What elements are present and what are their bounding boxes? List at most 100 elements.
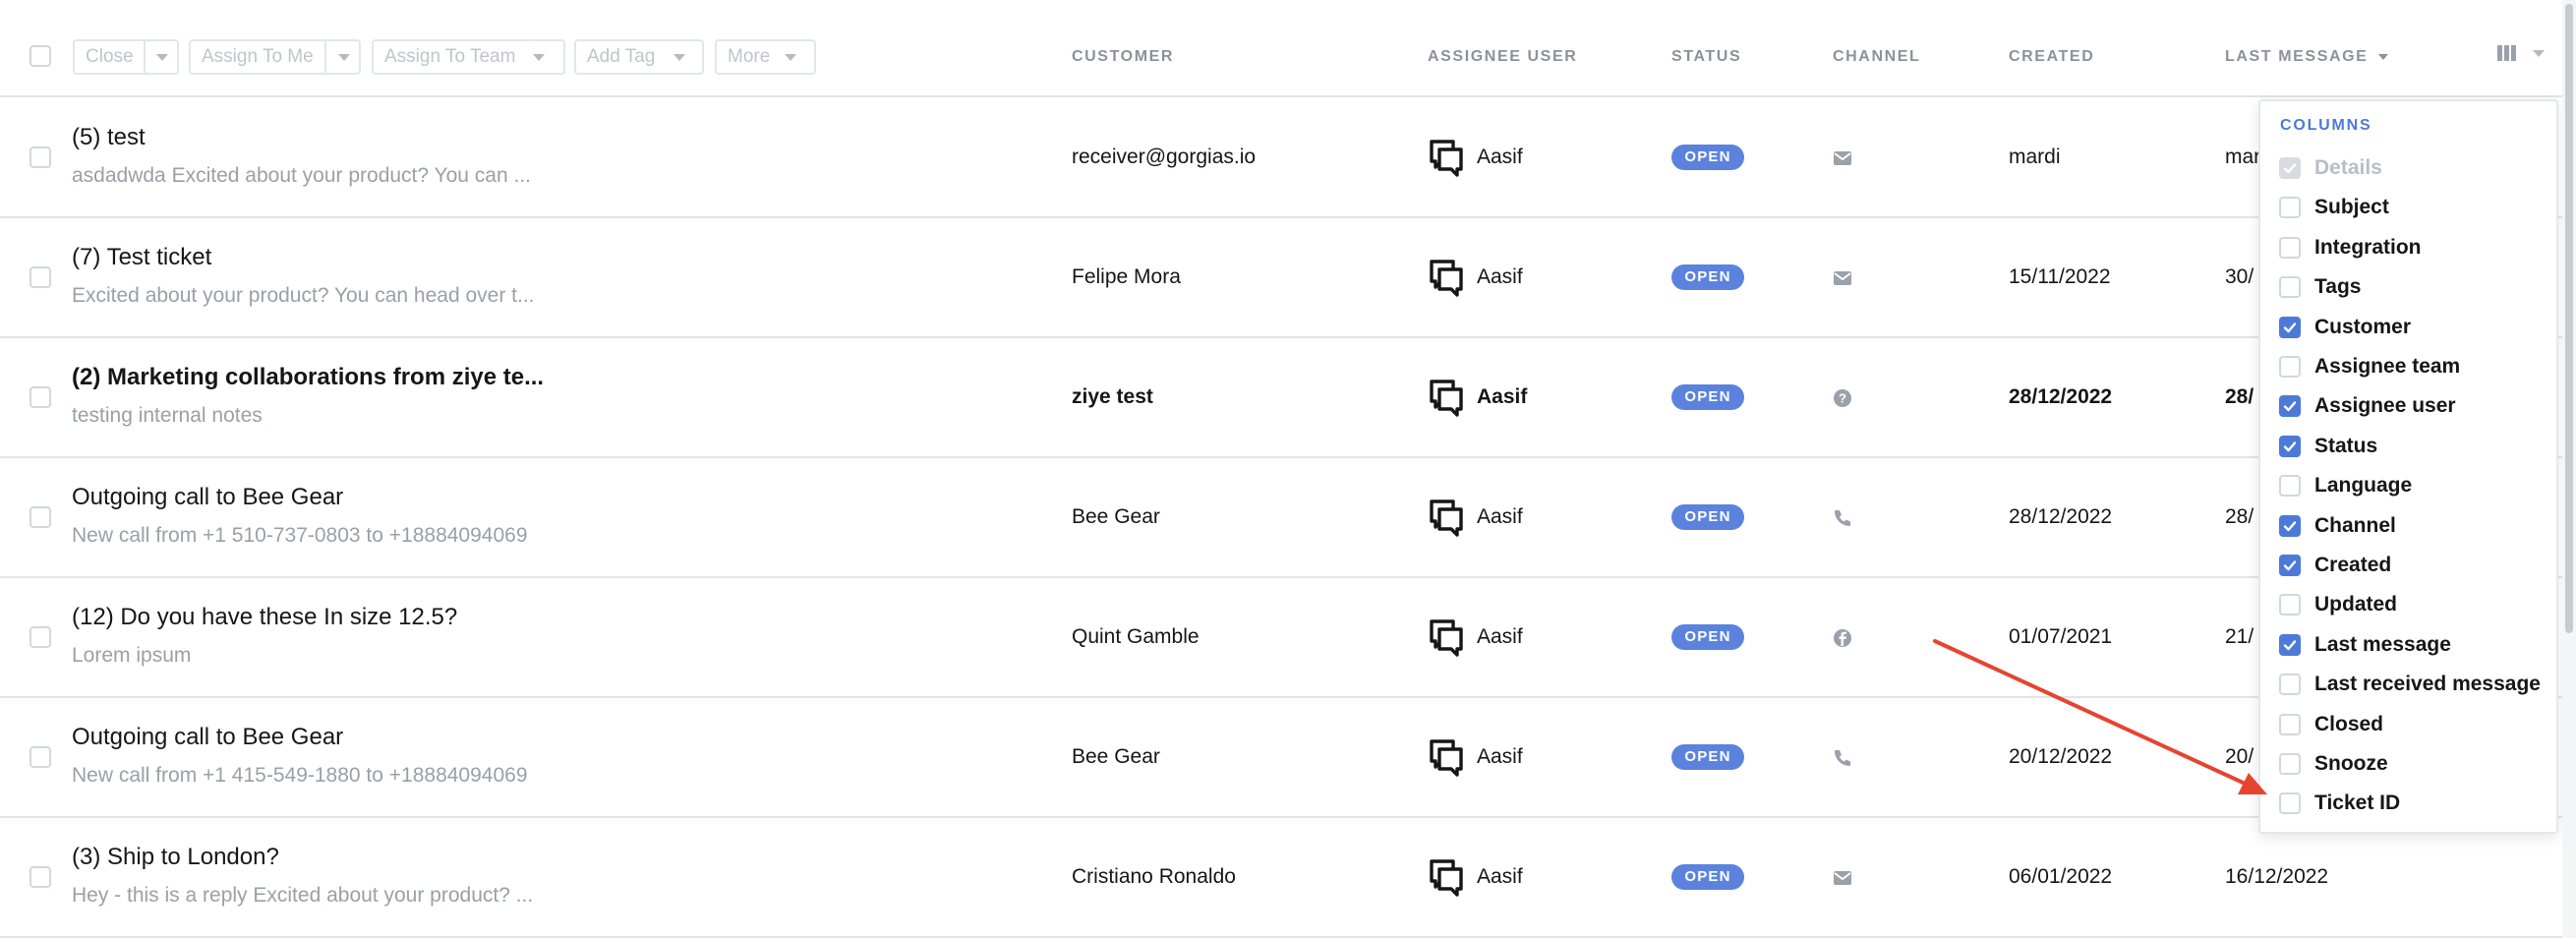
column-header-last-message-label: LAST MESSAGE [2225, 48, 2369, 65]
ticket-subject[interactable]: (5) test [72, 124, 146, 151]
more-button[interactable]: More [715, 39, 816, 75]
ticket-row[interactable]: (12) Do you have these In size 12.5? Lore… [0, 578, 2576, 698]
more-label: More [728, 46, 771, 67]
column-option-assignee-team[interactable]: Assignee team [2260, 347, 2558, 386]
column-option-checkbox[interactable] [2279, 435, 2301, 457]
ticket-row[interactable]: (3) Ship to London? Hey - this is a reply… [0, 818, 2576, 938]
ticket-row[interactable]: Outgoing call to Bee Gear New call from +… [0, 458, 2576, 578]
chevron-down-icon [673, 54, 685, 61]
ticket-excerpt: New call from +1 415-549-1880 to +188840… [72, 764, 528, 787]
column-option-checkbox[interactable] [2279, 633, 2301, 656]
column-option-checkbox[interactable] [2279, 356, 2301, 378]
scrollbar-thumb[interactable] [2565, 4, 2573, 633]
assignee-avatar-icon [1428, 498, 1465, 537]
column-option-checkbox[interactable] [2279, 555, 2301, 576]
scrollbar[interactable] [2562, 0, 2576, 938]
column-option-checkbox[interactable] [2279, 674, 2301, 696]
column-option-language[interactable]: Language [2260, 466, 2558, 505]
last-message-cell: 21/ [2225, 625, 2254, 648]
ticket-excerpt: Lorem ipsum [72, 644, 192, 667]
assignee-cell: Aasif [1477, 865, 1523, 888]
ticket-row[interactable]: (7) Test ticket Excited about your produc… [0, 218, 2576, 338]
column-option-checkbox[interactable] [2279, 514, 2301, 537]
column-option-closed[interactable]: Closed [2260, 705, 2558, 744]
created-cell: mardi [2009, 146, 2061, 168]
status-badge: OPEN [1671, 504, 1744, 530]
column-option-checkbox[interactable] [2279, 713, 2301, 735]
column-option-checkbox[interactable] [2279, 197, 2301, 219]
ticket-subject[interactable]: (3) Ship to London? [72, 844, 279, 871]
row-select-checkbox[interactable] [29, 866, 51, 888]
column-header-customer[interactable]: CUSTOMER [1072, 48, 1174, 66]
columns-icon[interactable] [2497, 45, 2517, 61]
column-option-label: Updated [2314, 593, 2397, 616]
column-option-integration[interactable]: Integration [2260, 228, 2558, 267]
chevron-down-icon [785, 54, 796, 61]
close-button[interactable]: Close [73, 39, 179, 75]
ticket-row[interactable]: (5) test asdadwda Excited about your prod… [0, 98, 2576, 218]
row-select-checkbox[interactable] [29, 386, 51, 408]
assignee-avatar-icon [1428, 378, 1465, 417]
column-option-channel[interactable]: Channel [2260, 506, 2558, 546]
column-option-checkbox[interactable] [2279, 316, 2301, 338]
column-header-channel[interactable]: CHANNEL [1833, 48, 1920, 66]
status-badge: OPEN [1671, 744, 1744, 770]
column-option-checkbox[interactable] [2279, 475, 2301, 498]
ticket-subject[interactable]: Outgoing call to Bee Gear [72, 484, 343, 511]
select-all-checkbox[interactable] [29, 45, 51, 67]
ticket-excerpt: Hey - this is a reply Excited about your… [72, 884, 534, 907]
last-message-cell: 30/ [2225, 265, 2254, 288]
column-option-subject[interactable]: Subject [2260, 188, 2558, 227]
column-option-label: Assignee user [2314, 394, 2456, 418]
row-select-checkbox[interactable] [29, 266, 51, 288]
ticket-subject[interactable]: (2) Marketing collaborations from ziye t… [72, 364, 544, 391]
column-option-customer[interactable]: Customer [2260, 308, 2558, 347]
column-header-last-message[interactable]: LAST MESSAGE [2225, 48, 2389, 66]
row-select-checkbox[interactable] [29, 147, 51, 168]
column-option-label: Last message [2314, 632, 2451, 656]
column-option-last-received-message[interactable]: Last received message [2260, 665, 2558, 704]
column-option-label: Closed [2314, 712, 2384, 735]
column-option-status[interactable]: Status [2260, 427, 2558, 466]
chevron-down-icon[interactable] [156, 54, 168, 61]
assign-to-team-button[interactable]: Assign To Team [372, 39, 565, 75]
chevron-down-icon[interactable] [2533, 50, 2545, 57]
column-option-checkbox[interactable] [2279, 792, 2301, 815]
row-select-checkbox[interactable] [29, 626, 51, 648]
sort-desc-icon [2378, 53, 2389, 60]
ticket-subject[interactable]: Outgoing call to Bee Gear [72, 724, 343, 751]
ticket-subject[interactable]: (12) Do you have these In size 12.5? [72, 604, 457, 631]
column-header-created[interactable]: CREATED [2009, 48, 2094, 66]
last-message-cell: 28/ [2225, 505, 2254, 528]
column-option-last-message[interactable]: Last message [2260, 625, 2558, 665]
add-tag-button[interactable]: Add Tag [574, 39, 704, 75]
ticket-row[interactable]: (2) Marketing collaborations from ziye t… [0, 338, 2576, 458]
column-option-snooze[interactable]: Snooze [2260, 744, 2558, 784]
status-badge: OPEN [1671, 624, 1744, 650]
column-option-checkbox[interactable] [2279, 594, 2301, 616]
chevron-down-icon[interactable] [338, 54, 350, 61]
column-option-checkbox[interactable] [2279, 236, 2301, 259]
column-header-status[interactable]: STATUS [1671, 48, 1741, 66]
close-button-label: Close [86, 46, 134, 67]
ticket-row[interactable]: Outgoing call to Bee Gear New call from +… [0, 698, 2576, 818]
column-option-checkbox[interactable] [2279, 753, 2301, 775]
status-badge: OPEN [1671, 384, 1744, 410]
column-option-checkbox[interactable] [2279, 395, 2301, 418]
created-cell: 06/01/2022 [2009, 865, 2113, 888]
column-option-tags[interactable]: Tags [2260, 267, 2558, 307]
column-option-label: Snooze [2314, 752, 2388, 775]
customer-cell: Quint Gamble [1072, 625, 1200, 648]
assign-to-me-button[interactable]: Assign To Me [189, 39, 361, 75]
row-select-checkbox[interactable] [29, 506, 51, 528]
column-header-assignee-user[interactable]: ASSIGNEE USER [1428, 48, 1577, 66]
column-option-checkbox [2279, 157, 2301, 179]
column-option-checkbox[interactable] [2279, 276, 2301, 299]
ticket-subject[interactable]: (7) Test ticket [72, 244, 211, 271]
column-option-created[interactable]: Created [2260, 546, 2558, 585]
last-message-cell: 28/ [2225, 385, 2254, 408]
column-option-assignee-user[interactable]: Assignee user [2260, 386, 2558, 426]
row-select-checkbox[interactable] [29, 746, 51, 768]
column-option-ticket-id[interactable]: Ticket ID [2260, 784, 2558, 823]
column-option-updated[interactable]: Updated [2260, 585, 2558, 624]
